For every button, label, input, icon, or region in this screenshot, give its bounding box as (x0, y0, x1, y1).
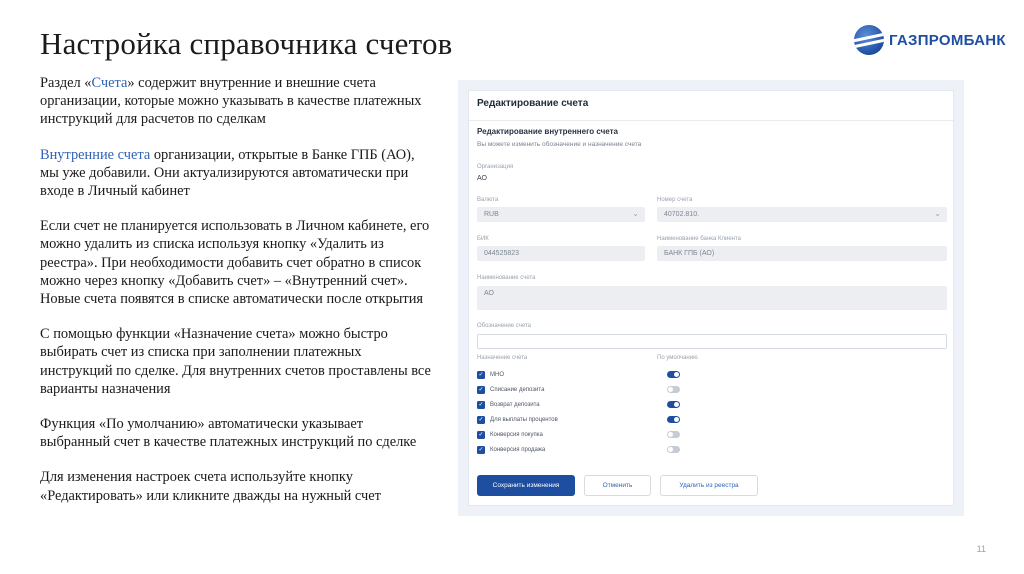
default-toggle-off[interactable] (667, 446, 680, 453)
designation-label: Обозначение счета (477, 323, 531, 329)
form-header: Редактирование счета (469, 91, 953, 121)
account-number-label: Номер счета (657, 197, 693, 203)
paragraph-accounts-section: Раздел «Счета» содержит внутренние и вне… (40, 75, 422, 128)
default-toggle-on[interactable] (667, 371, 680, 378)
paragraph-default: Функция «По умолчанию» автоматически ука… (40, 416, 417, 451)
default-toggle-on[interactable] (667, 416, 680, 423)
org-value: АО (477, 175, 487, 182)
page-number: 11 (976, 544, 986, 554)
delete-from-registry-button[interactable]: Удалить из реестра (660, 475, 758, 496)
default-toggle-off[interactable] (667, 431, 680, 438)
currency-select[interactable]: RUB ⌄ (477, 207, 645, 222)
paragraph-internal-accounts: Внутренние счета организации, открытые в… (40, 146, 415, 200)
purpose-row: ✓ Конверсия покупка (477, 431, 543, 439)
paragraph-edit: Для изменения настроек счета используйте… (40, 469, 381, 504)
account-number-select[interactable]: 40702.810. ⌄ (657, 207, 947, 222)
purpose-row: ✓ Возврат депозита (477, 401, 540, 409)
bik-label: БИК (477, 236, 489, 242)
edit-account-screenshot: Редактирование счета Редактирование внут… (458, 80, 964, 516)
checkbox-checked[interactable]: ✓ (477, 371, 485, 379)
purpose-row: ✓ Для выплаты процентов (477, 416, 558, 424)
checkbox-checked[interactable]: ✓ (477, 401, 485, 409)
gazprombank-logo-icon (854, 25, 884, 55)
account-name-label: Наименование счета (477, 275, 536, 281)
edit-account-form: Редактирование счета Редактирование внут… (468, 90, 954, 506)
purpose-row: ✓ Списание депозита (477, 386, 545, 394)
org-label: Организация (477, 164, 514, 170)
gazprombank-logo: ГАЗПРОМБАНК (854, 25, 1006, 55)
save-changes-button[interactable]: Сохранить изменения (477, 475, 575, 496)
checkbox-checked[interactable]: ✓ (477, 431, 485, 439)
description-text: Раздел «Счета» содержит внутренние и вне… (40, 74, 435, 505)
bank-name-field: БАНК ГПБ (АО) (657, 246, 947, 261)
paragraph-delete-account: Если счет не планируется использовать в … (40, 218, 430, 289)
bik-field: 044525823 (477, 246, 645, 261)
checkbox-checked[interactable]: ✓ (477, 446, 485, 454)
paragraph-new-accounts: Новые счета появятся в списке автоматиче… (40, 291, 424, 308)
section-title: Редактирование внутреннего счета (477, 127, 619, 136)
chevron-down-icon: ⌄ (934, 209, 941, 218)
checkbox-checked[interactable]: ✓ (477, 416, 485, 424)
checkbox-checked[interactable]: ✓ (477, 386, 485, 394)
purpose-row: ✓ МНО (477, 371, 504, 379)
accounts-link[interactable]: Счета (92, 75, 128, 91)
chevron-down-icon: ⌄ (632, 209, 639, 218)
internal-accounts-link[interactable]: Внутренние счета (40, 147, 150, 163)
account-name-field: АО (477, 286, 947, 310)
logo-text: ГАЗПРОМБАНК (889, 31, 1006, 49)
slide-title: Настройка справочника счетов (40, 26, 453, 61)
cancel-button[interactable]: Отменить (584, 475, 651, 496)
default-toggle-off[interactable] (667, 386, 680, 393)
bank-name-label: Наименование банка Клиента (657, 236, 741, 242)
paragraph-purpose: С помощью функции «Назначение счета» мож… (40, 326, 431, 397)
currency-label: Валюта (477, 197, 499, 203)
section-subtitle: Вы можете изменить обозначение и назначе… (477, 141, 642, 148)
designation-input[interactable] (477, 334, 947, 349)
default-header: По умолчанию (657, 355, 698, 361)
default-toggle-on[interactable] (667, 401, 680, 408)
purpose-header: Назначение счета (477, 355, 528, 361)
purpose-row: ✓ Конверсия продажа (477, 446, 546, 454)
